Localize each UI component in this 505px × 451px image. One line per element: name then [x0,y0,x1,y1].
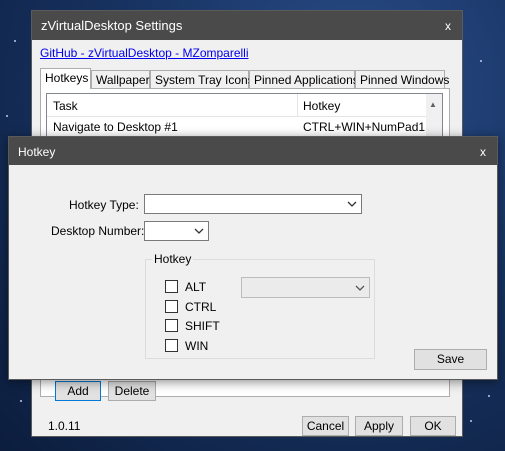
settings-titlebar[interactable]: zVirtualDesktop Settings x [32,11,462,40]
desktop-number-select[interactable] [144,221,209,241]
list-header: Task Hotkey [47,94,442,117]
apply-button[interactable]: Apply [355,416,403,436]
hotkey-group-label: Hotkey [152,252,194,266]
save-button[interactable]: Save [414,349,487,370]
alt-label: ALT [185,280,207,294]
checkbox-box[interactable] [165,280,178,293]
settings-window-title: zVirtualDesktop Settings [41,18,183,33]
github-link[interactable]: GitHub - zVirtualDesktop - MZomparelli [40,46,249,60]
ok-button[interactable]: OK [410,416,456,436]
close-icon[interactable]: x [440,18,456,34]
checkbox-box[interactable] [165,319,178,332]
add-button[interactable]: Add [55,381,101,401]
checkbox-box[interactable] [165,300,178,313]
hotkey-dialog-title: Hotkey [18,145,56,159]
row-task: Navigate to Desktop #1 [53,120,178,134]
cancel-button[interactable]: Cancel [302,416,349,436]
scroll-up-arrow-icon[interactable]: ▲ [429,100,437,109]
hotkey-group: Hotkey ALT CTRL SHIFT WIN [145,252,375,359]
hotkey-type-label: Hotkey Type: [69,198,139,212]
row-hotkey: CTRL+WIN+NumPad1 [303,120,426,134]
chevron-down-icon [355,285,365,291]
chevron-down-icon [194,228,204,234]
tab-hotkeys[interactable]: Hotkeys [40,68,91,89]
column-header-task[interactable]: Task [53,99,78,113]
delete-button[interactable]: Delete [108,381,156,401]
chevron-down-icon [347,201,357,207]
ctrl-label: CTRL [185,300,217,314]
shift-label: SHIFT [185,319,220,333]
hotkey-type-select[interactable] [144,194,362,214]
tab-wallpaper[interactable]: Wallpaper [91,70,150,88]
key-select[interactable] [241,277,370,298]
table-row[interactable]: Navigate to Desktop #1 CTRL+WIN+NumPad1 [47,117,427,135]
tab-system-tray-icons[interactable]: System Tray Icons [150,70,254,88]
tab-pinned-applications[interactable]: Pinned Applications [249,70,359,88]
column-header-hotkey[interactable]: Hotkey [303,99,340,113]
tab-pinned-windows[interactable]: Pinned Windows [355,70,449,88]
checkbox-box[interactable] [165,339,178,352]
win-label: WIN [185,339,209,353]
version-label: 1.0.11 [48,419,81,433]
hotkey-dialog-titlebar[interactable]: Hotkey x [9,137,497,165]
desktop-number-label: Desktop Number: [51,224,145,238]
hotkey-dialog: Hotkey x Hotkey Type: Desktop Number: Ho… [8,136,498,380]
close-icon[interactable]: x [475,144,491,160]
